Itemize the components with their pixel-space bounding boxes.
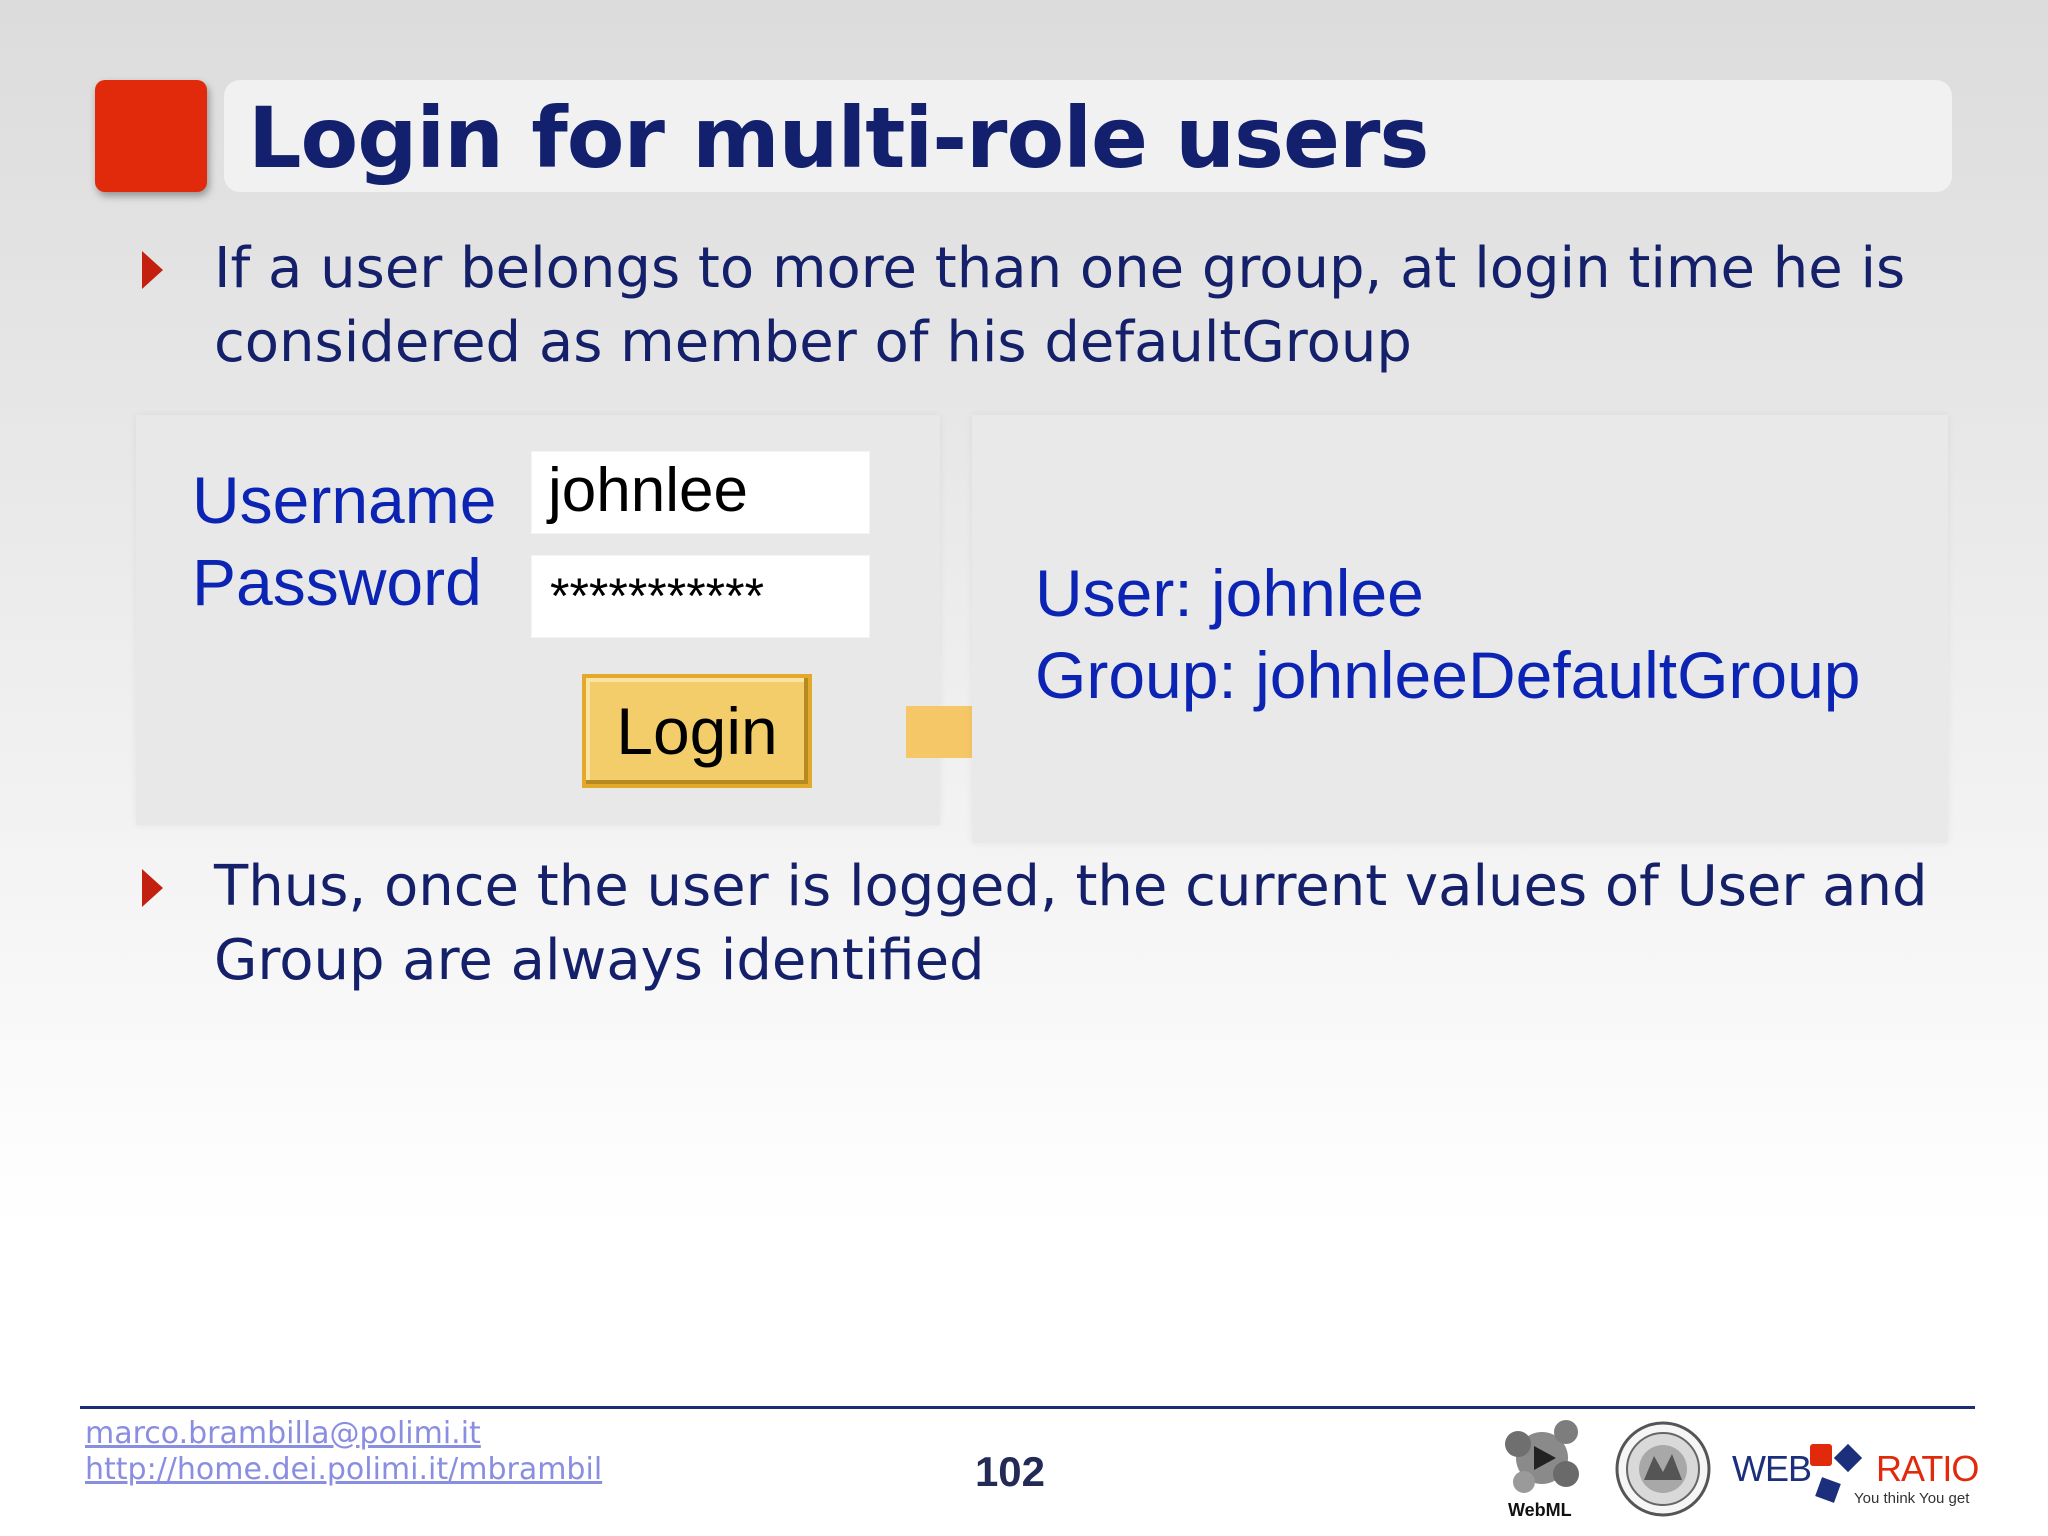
webratio-ratio-text: RATIO [1876, 1448, 1979, 1489]
title-accent-square [95, 80, 207, 192]
footer-homepage-link[interactable]: http://home.dei.polimi.it/mbrambil [85, 1452, 602, 1487]
webml-logo-icon [1505, 1420, 1579, 1493]
login-button-label: Login [616, 694, 778, 768]
webratio-web-text: WEB [1732, 1448, 1812, 1489]
username-value: johnlee [548, 456, 748, 525]
result-group-line: Group: johnleeDefaultGroup [1035, 638, 1861, 712]
bullet-arrow-icon [142, 251, 163, 289]
bullet-arrow-icon [142, 869, 163, 907]
username-label: Username [192, 463, 497, 537]
bullet-text-2: Thus, once the user is logged, the curre… [214, 854, 1928, 993]
footer-email-link[interactable]: marco.brambilla@polimi.it [85, 1416, 481, 1451]
slide-title: Login for multi-role users [248, 89, 1429, 187]
result-user-line: User: johnlee [1035, 556, 1424, 630]
webml-logo-text: WebML [1508, 1500, 1572, 1520]
footer-divider [80, 1406, 1975, 1409]
page-number: 102 [974, 1448, 1046, 1495]
password-field[interactable]: *********** [531, 555, 870, 638]
password-value: *********** [550, 568, 765, 624]
username-field[interactable]: johnlee [531, 451, 870, 534]
webratio-tagline: You think You get [1854, 1490, 1970, 1507]
login-button[interactable]: Login [582, 674, 812, 788]
password-label: Password [192, 545, 482, 619]
politecnico-seal-icon [1615, 1421, 1711, 1517]
bullet-text-1: If a user belongs to more than one group… [214, 236, 1906, 375]
